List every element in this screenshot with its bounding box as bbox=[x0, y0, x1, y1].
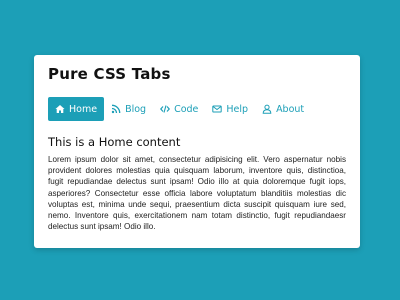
tab-home-label: Home bbox=[69, 103, 98, 115]
tab-help[interactable]: Help bbox=[205, 97, 255, 121]
tab-home[interactable]: Home bbox=[48, 97, 105, 121]
tab-blog[interactable]: Blog bbox=[104, 97, 153, 121]
tab-code-label: Code bbox=[174, 103, 199, 115]
user-icon bbox=[262, 104, 272, 114]
tab-blog-label: Blog bbox=[125, 103, 147, 115]
tab-bar: Home Blog Code Help About bbox=[48, 97, 311, 121]
tab-about[interactable]: About bbox=[255, 97, 311, 121]
tabs-card: Pure CSS Tabs Home Blog Code Help About … bbox=[34, 55, 360, 248]
envelope-icon bbox=[212, 104, 223, 114]
tab-code[interactable]: Code bbox=[153, 97, 205, 121]
tab-about-label: About bbox=[276, 103, 305, 115]
code-icon bbox=[160, 104, 171, 114]
home-icon bbox=[55, 104, 65, 114]
card-title: Pure CSS Tabs bbox=[48, 65, 171, 83]
tab-help-label: Help bbox=[226, 103, 249, 115]
rss-icon bbox=[111, 104, 121, 114]
content-body: Lorem ipsum dolor sit amet, consectetur … bbox=[48, 155, 346, 232]
content-heading: This is a Home content bbox=[48, 135, 181, 149]
